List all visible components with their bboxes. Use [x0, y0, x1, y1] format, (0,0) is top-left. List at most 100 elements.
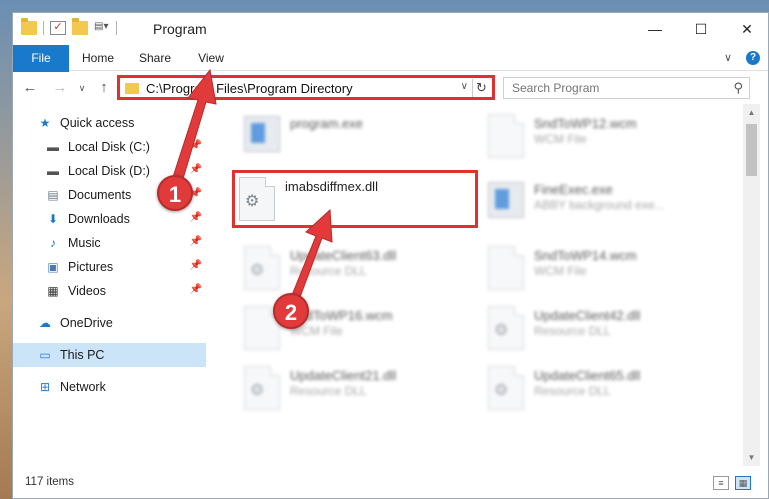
- file-name: SndToWP12.wcm: [534, 116, 637, 131]
- search-icon[interactable]: ⚲: [733, 80, 743, 96]
- customize-toolbar-icon[interactable]: ▤▾: [94, 21, 110, 35]
- window-title: Program: [153, 21, 207, 37]
- file-icon: [488, 246, 524, 290]
- folder-icon[interactable]: [21, 18, 37, 35]
- file-type: Resource DLL: [534, 384, 611, 398]
- tab-view[interactable]: View: [191, 45, 231, 71]
- file-item[interactable]: ⚙ UpdateClient21.dll Resource DLL: [236, 360, 466, 416]
- file-item[interactable]: program.exe: [236, 108, 466, 164]
- step-badge-2: 2: [273, 293, 309, 329]
- step-badge-1: 1: [157, 175, 193, 211]
- expand-ribbon-icon[interactable]: ∨: [724, 51, 732, 65]
- forward-arrow-icon[interactable]: →: [49, 77, 71, 99]
- large-icons-view-icon[interactable]: ▦: [735, 476, 751, 490]
- file-item[interactable]: SndToWP14.wcm WCM File: [480, 240, 710, 296]
- address-path[interactable]: C:\Program Files\Program Directory: [146, 81, 353, 96]
- file-type: WCM File: [534, 264, 587, 278]
- back-arrow-icon[interactable]: ←: [19, 77, 41, 99]
- file-item[interactable]: ⚙ UpdateClient65.dll Resource DLL: [480, 360, 710, 416]
- sidebar-item-label: Pictures: [68, 260, 114, 274]
- scroll-up-icon[interactable]: ▲: [743, 104, 760, 121]
- pin-icon[interactable]: 📌: [190, 140, 202, 151]
- network-icon: ⊞: [39, 380, 51, 394]
- toolbar-divider: [116, 21, 117, 35]
- file-type: Resource DLL: [290, 384, 367, 398]
- explorer-window: ✓ ▤▾ Program — ☐ ✕ File Home Share View …: [12, 12, 769, 499]
- file-item-imabsdiffmex[interactable]: ⚙ imabsdiffmex.dll: [232, 170, 478, 228]
- pin-icon[interactable]: 📌: [190, 212, 202, 223]
- documents-icon: ▤: [47, 188, 59, 202]
- gear-icon: ⚙: [494, 382, 509, 399]
- file-type: WCM File: [534, 132, 587, 146]
- minimize-button[interactable]: —: [632, 13, 678, 45]
- properties-icon[interactable]: ✓: [50, 21, 66, 35]
- scroll-down-icon[interactable]: ▼: [743, 449, 760, 466]
- chevron-down-icon[interactable]: ∨: [461, 81, 468, 92]
- pin-icon[interactable]: 📌: [190, 164, 202, 175]
- cloud-icon: ☁: [39, 316, 51, 330]
- videos-icon: ▦: [47, 284, 59, 298]
- recent-locations-icon[interactable]: ∨: [71, 77, 93, 99]
- sidebar-item-pictures[interactable]: ▣ Pictures 📌: [13, 255, 206, 279]
- file-list: program.exe SndToWP12.wcm WCM File ⚙ ima…: [218, 104, 744, 466]
- file-name: program.exe: [290, 116, 363, 131]
- status-bar: 117 items ≡ ▦: [13, 471, 768, 495]
- file-item[interactable]: ⚙ UpdateClient42.dll Resource DLL: [480, 300, 710, 356]
- application-icon: [244, 116, 280, 152]
- sidebar-item-label: Downloads: [68, 212, 130, 226]
- ribbon-controls: ∨ ?: [724, 51, 760, 65]
- sidebar-item-this-pc[interactable]: ▭ This PC: [13, 343, 206, 367]
- new-folder-icon[interactable]: [72, 18, 88, 35]
- sidebar-item-label: Local Disk (C:): [68, 140, 150, 154]
- pin-icon[interactable]: 📌: [190, 260, 202, 271]
- file-name: imabsdiffmex.dll: [285, 179, 378, 194]
- sidebar-item-videos[interactable]: ▦ Videos 📌: [13, 279, 206, 303]
- tab-home[interactable]: Home: [75, 45, 121, 71]
- pc-icon: ▭: [39, 348, 51, 362]
- pin-icon[interactable]: 📌: [190, 236, 202, 247]
- application-icon: [488, 182, 524, 218]
- file-name: FineExec.exe: [534, 182, 613, 197]
- pictures-icon: ▣: [47, 260, 59, 274]
- address-bar[interactable]: C:\Program Files\Program Directory ∨ ↻: [117, 75, 495, 100]
- file-type: ABBY background exe...: [534, 198, 665, 212]
- star-icon: ★: [39, 116, 51, 130]
- sidebar-item-network[interactable]: ⊞ Network: [13, 375, 206, 399]
- maximize-button[interactable]: ☐: [678, 13, 724, 45]
- navigation-pane: ★ Quick access ▬ Local Disk (C:) 📌 ▬ Loc…: [13, 111, 206, 466]
- file-name: UpdateClient65.dll: [534, 368, 641, 383]
- gear-icon: ⚙: [494, 322, 509, 339]
- file-name: UpdateClient42.dll: [534, 308, 641, 323]
- search-box[interactable]: ⚲: [503, 77, 750, 99]
- file-item[interactable]: FineExec.exe ABBY background exe...: [480, 174, 710, 230]
- downloads-icon: ⬇: [47, 212, 59, 226]
- help-icon[interactable]: ?: [746, 51, 760, 65]
- search-input[interactable]: [504, 78, 714, 98]
- sidebar-item-music[interactable]: ♪ Music 📌: [13, 231, 206, 255]
- tab-share[interactable]: Share: [133, 45, 177, 71]
- sidebar-item-label: Documents: [68, 188, 132, 202]
- music-icon: ♪: [50, 236, 56, 250]
- sidebar-item-local-disk-c[interactable]: ▬ Local Disk (C:) 📌: [13, 135, 206, 159]
- sidebar-item-label: Quick access: [60, 116, 135, 130]
- file-item[interactable]: ⚙ UpdateClient63.dll Resource DLL: [236, 240, 466, 296]
- sidebar-item-label: Local Disk (D:): [68, 164, 150, 178]
- refresh-icon[interactable]: ↻: [472, 79, 490, 97]
- quick-access-toolbar: ✓ ▤▾: [21, 18, 117, 35]
- up-arrow-icon[interactable]: ↑: [93, 77, 115, 99]
- vertical-scrollbar[interactable]: ▲ ▼: [743, 104, 760, 466]
- sidebar-item-onedrive[interactable]: ☁ OneDrive: [13, 311, 206, 335]
- title-bar: ✓ ▤▾ Program — ☐ ✕: [13, 13, 768, 45]
- gear-icon: ⚙: [250, 382, 265, 399]
- close-button[interactable]: ✕: [724, 13, 768, 45]
- gear-icon: ⚙: [250, 262, 265, 279]
- toolbar-divider: [43, 21, 44, 35]
- file-item[interactable]: SndToWP12.wcm WCM File: [480, 108, 710, 164]
- file-item[interactable]: SndToWP16.wcm WCM File: [236, 300, 466, 356]
- ribbon-tabs: File Home Share View ∨ ?: [13, 45, 768, 101]
- details-view-icon[interactable]: ≡: [713, 476, 729, 490]
- sidebar-item-quick-access[interactable]: ★ Quick access: [13, 111, 206, 135]
- gear-icon: ⚙: [245, 193, 260, 210]
- pin-icon[interactable]: 📌: [190, 284, 202, 295]
- scrollbar-thumb[interactable]: [746, 124, 757, 176]
